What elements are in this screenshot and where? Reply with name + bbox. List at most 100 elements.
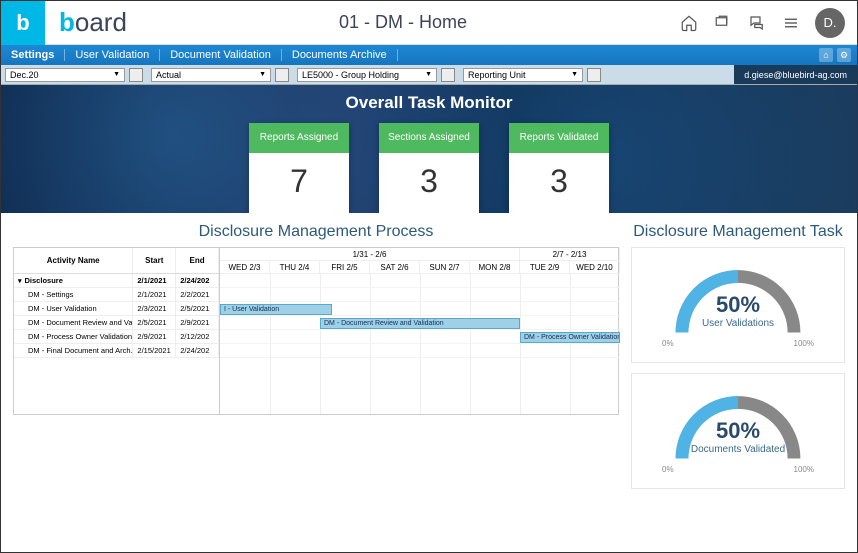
caret-down-icon: ▼ [425, 71, 432, 78]
filter-reporting-unit[interactable]: Reporting Unit ▼ [463, 68, 583, 82]
gauge-value: 50% [632, 292, 844, 318]
filter-entity-value: LE5000 - Group Holding [302, 70, 399, 80]
filter-entity-picker[interactable] [441, 68, 455, 82]
header-actions: D. [679, 8, 857, 38]
kpi-label: Reports Validated [509, 123, 609, 153]
day-label: WED 2/3 [220, 261, 270, 273]
caret-down-icon: ▼ [259, 71, 266, 78]
presentation-icon[interactable] [713, 13, 733, 33]
gantt-row [220, 288, 620, 302]
main-content: Disclosure Management Process Activity N… [1, 213, 857, 499]
house-icon[interactable]: ⌂ [819, 48, 833, 62]
col-end: End [176, 248, 219, 273]
home-icon[interactable] [679, 13, 699, 33]
gauge-user-validations: 50% User Validations 0% 100% [631, 247, 845, 363]
table-row[interactable]: DM - User Validation 2/3/2021 2/5/2021 [14, 302, 219, 316]
expand-icon[interactable]: ▾ [18, 277, 22, 285]
nav-document-validation[interactable]: Document Validation [160, 49, 282, 61]
gantt-chart: Activity Name Start End ▾Disclosure 2/1/… [13, 247, 619, 415]
kpi-cards: Reports Assigned 7 Sections Assigned 3 R… [1, 123, 857, 213]
logo-text: board [59, 7, 127, 38]
gear-icon[interactable]: ⚙ [837, 48, 851, 62]
kpi-value: 3 [509, 153, 609, 213]
nav-documents-archive[interactable]: Documents Archive [282, 49, 398, 61]
filter-scenario-value: Actual [156, 70, 181, 80]
table-row[interactable]: DM - Settings 2/1/2021 2/2/2021 [14, 288, 219, 302]
hero-banner: Overall Task Monitor Reports Assigned 7 … [1, 85, 857, 213]
tasks-title: Disclosure Management Task [631, 223, 845, 241]
filter-period-value: Dec.20 [10, 70, 39, 80]
menu-icon[interactable] [781, 13, 801, 33]
gantt-timeline[interactable]: 1/31 - 2/6 2/7 - 2/13 WED 2/3 THU 2/4 FR… [220, 248, 620, 414]
nav-user-validation[interactable]: User Validation [65, 49, 160, 61]
gantt-body: I - User Validation DM - Document Review… [220, 274, 620, 414]
filter-period-picker[interactable] [129, 68, 143, 82]
filter-reporting-unit-picker[interactable] [587, 68, 601, 82]
day-label: FRI 2/5 [320, 261, 370, 273]
logo-rest: oard [75, 7, 127, 37]
day-label: THU 2/4 [270, 261, 320, 273]
filter-scenario[interactable]: Actual ▼ [151, 68, 271, 82]
period-label: 2/7 - 2/13 [520, 248, 620, 260]
col-activity: Activity Name [14, 248, 133, 273]
filter-reporting-unit-value: Reporting Unit [468, 70, 526, 80]
page-title: 01 - DM - Home [127, 12, 679, 33]
nav-settings[interactable]: Settings [1, 49, 65, 61]
filter-bar: Dec.20 ▼ Actual ▼ LE5000 - Group Holding… [1, 65, 857, 85]
gantt-row: DM - Document Review and Validation [220, 316, 620, 330]
kpi-card-reports-assigned: Reports Assigned 7 [249, 123, 349, 213]
logo-mark: b [1, 1, 45, 45]
process-title: Disclosure Management Process [13, 223, 619, 241]
gantt-grid-header: Activity Name Start End [14, 248, 219, 274]
gantt-bar[interactable]: DM - Document Review and Validation [320, 318, 520, 329]
gauge-min: 0% [662, 339, 674, 348]
table-row[interactable]: DM - Document Review and Va... 2/5/2021 … [14, 316, 219, 330]
gantt-row: I - User Validation [220, 302, 620, 316]
col-start: Start [133, 248, 176, 273]
avatar[interactable]: D. [815, 8, 845, 38]
gauge-max: 100% [794, 339, 814, 348]
gantt-row: DM - Process Owner Validation [220, 330, 620, 344]
day-label: SUN 2/7 [420, 261, 470, 273]
gantt-timeline-header: 1/31 - 2/6 2/7 - 2/13 WED 2/3 THU 2/4 FR… [220, 248, 620, 274]
table-row[interactable]: ▾Disclosure 2/1/2021 2/24/202 [14, 274, 219, 288]
gantt-row [220, 274, 620, 288]
gauge-label: User Validations [632, 318, 844, 329]
logo-accent: b [59, 7, 75, 37]
table-row[interactable]: DM - Process Owner Validation 2/9/2021 2… [14, 330, 219, 344]
process-panel: Disclosure Management Process Activity N… [13, 223, 619, 499]
hero-title: Overall Task Monitor [1, 93, 857, 113]
kpi-card-sections-assigned: Sections Assigned 3 [379, 123, 479, 213]
gauge-documents-validated: 50% Documents Validated 0% 100% [631, 373, 845, 489]
kpi-label: Reports Assigned [249, 123, 349, 153]
kpi-card-reports-validated: Reports Validated 3 [509, 123, 609, 213]
nav-right-icons: ⌂ ⚙ [819, 48, 857, 62]
gauge-value: 50% [632, 418, 844, 444]
day-label: WED 2/10 [570, 261, 620, 273]
filter-scenario-picker[interactable] [275, 68, 289, 82]
caret-down-icon: ▼ [571, 71, 578, 78]
chat-icon[interactable] [747, 13, 767, 33]
day-label: SAT 2/6 [370, 261, 420, 273]
logo-mark-letter: b [16, 10, 29, 36]
filter-entity[interactable]: LE5000 - Group Holding ▼ [297, 68, 437, 82]
period-label: 1/31 - 2/6 [220, 248, 520, 260]
day-label: MON 2/8 [470, 261, 520, 273]
tasks-panel: Disclosure Management Task 50% User Vali… [631, 223, 845, 499]
avatar-initials: D. [824, 15, 837, 30]
gantt-row [220, 344, 620, 358]
kpi-value: 7 [249, 153, 349, 213]
day-label: TUE 2/9 [520, 261, 570, 273]
filter-period[interactable]: Dec.20 ▼ [5, 68, 125, 82]
kpi-value: 3 [379, 153, 479, 213]
gantt-bar[interactable]: DM - Process Owner Validation [520, 332, 620, 343]
user-email: d.giese@bluebird-ag.com [734, 65, 857, 84]
table-row[interactable]: DM - Final Document and Arch... 2/15/202… [14, 344, 219, 358]
app-header: b board 01 - DM - Home D. [1, 1, 857, 45]
gauge-max: 100% [794, 465, 814, 474]
gantt-bar[interactable]: I - User Validation [220, 304, 332, 315]
gauge-min: 0% [662, 465, 674, 474]
caret-down-icon: ▼ [113, 71, 120, 78]
nav-bar: Settings User Validation Document Valida… [1, 45, 857, 65]
gauge-label: Documents Validated [632, 444, 844, 455]
